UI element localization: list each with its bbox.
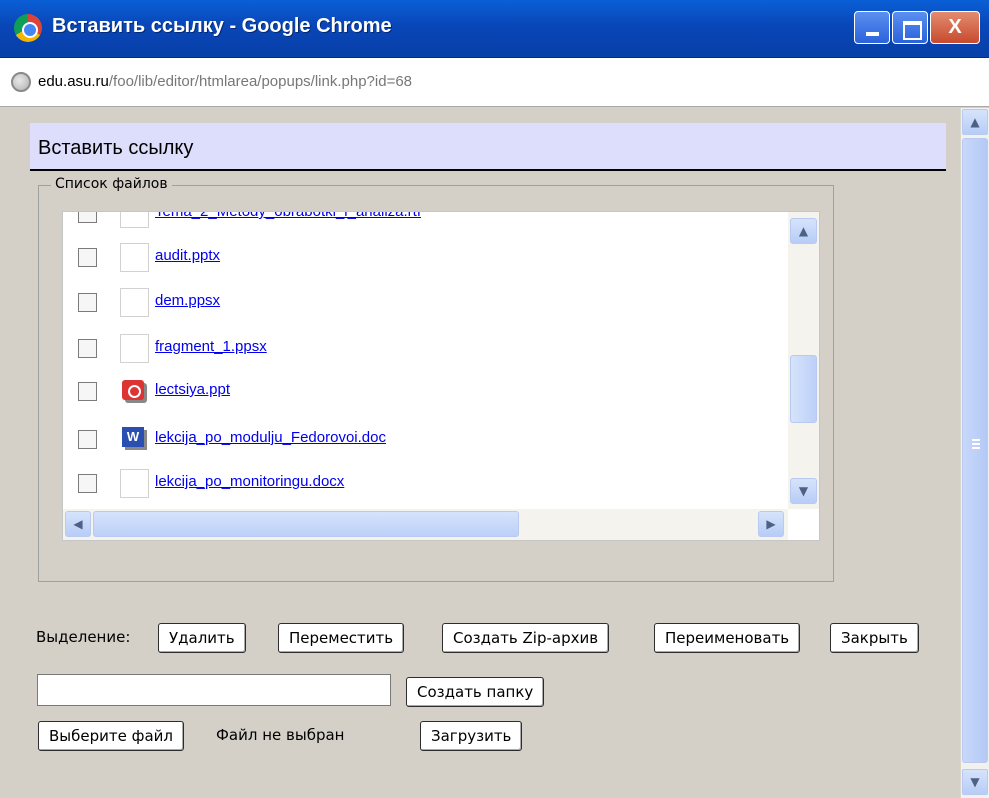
file-checkbox[interactable]: [78, 382, 97, 401]
scroll-up-arrow-icon[interactable]: ▲: [790, 218, 817, 244]
file-checkbox[interactable]: [78, 293, 97, 312]
file-checkbox[interactable]: [78, 339, 97, 358]
grip-icon: [972, 439, 980, 451]
file-row[interactable]: dem.ppsx: [63, 283, 783, 323]
file-row[interactable]: lectsiya.ppt: [63, 372, 783, 412]
file-list-scroll-thumb[interactable]: [790, 355, 817, 423]
move-button[interactable]: Переместить: [278, 623, 405, 653]
chrome-icon: [14, 14, 42, 42]
window-titlebar: Вставить ссылку - Google Chrome X: [0, 0, 989, 58]
file-link[interactable]: audit.pptx: [155, 247, 220, 264]
scroll-up-arrow-icon[interactable]: ▲: [962, 109, 988, 135]
close-button[interactable]: Закрыть: [830, 623, 919, 653]
word-file-icon: [120, 425, 149, 454]
window-title: Вставить ссылку - Google Chrome: [52, 15, 392, 37]
file-link[interactable]: lekcija_po_modulju_Fedorovoi.doc: [155, 429, 386, 446]
dialog-header: Вставить ссылку: [30, 123, 946, 171]
delete-button[interactable]: Удалить: [158, 623, 246, 653]
url-text[interactable]: edu.asu.ru/foo/lib/editor/htmlarea/popup…: [38, 73, 412, 90]
file-row[interactable]: fragment_1.ppsx: [63, 329, 783, 369]
scroll-right-arrow-icon[interactable]: ▶: [758, 511, 784, 537]
file-checkbox[interactable]: [78, 248, 97, 267]
no-file-selected-label: Файл не выбран: [216, 726, 345, 744]
folder-name-input[interactable]: [37, 674, 391, 706]
file-row[interactable]: audit.pptx: [63, 238, 783, 278]
upload-button[interactable]: Загрузить: [420, 721, 523, 751]
close-window-button[interactable]: X: [930, 11, 980, 44]
selection-label: Выделение:: [36, 628, 131, 646]
file-link[interactable]: lectsiya.ppt: [155, 381, 230, 398]
file-list-horizontal-scrollbar[interactable]: ◀ ▶: [63, 509, 788, 540]
generic-file-icon: [120, 212, 149, 228]
file-list-hscroll-thumb[interactable]: [93, 511, 519, 537]
close-icon: X: [948, 16, 962, 38]
file-checkbox[interactable]: [78, 430, 97, 449]
file-link[interactable]: Tema_2_Metody_obrabotki_i_analiza.rtf: [155, 212, 421, 220]
powerpoint-file-icon: [120, 377, 149, 406]
globe-icon: [11, 72, 31, 92]
file-row[interactable]: Tema_2_Metody_obrabotki_i_analiza.rtf: [63, 212, 783, 234]
blank-file-icon: [120, 288, 149, 317]
url-path: /foo/lib/editor/htmlarea/popups/link.php…: [108, 73, 413, 90]
file-row[interactable]: lekcija_po_monitoringu.docx: [63, 464, 783, 504]
blank-file-icon: [120, 469, 149, 498]
scroll-down-arrow-icon[interactable]: ▼: [962, 769, 988, 795]
page-vertical-scrollbar[interactable]: ▲ ▼: [960, 108, 989, 798]
file-list-vertical-scrollbar[interactable]: ▲ ▼: [788, 212, 819, 509]
blank-file-icon: [120, 243, 149, 272]
minimize-button[interactable]: [854, 11, 890, 44]
scroll-left-arrow-icon[interactable]: ◀: [65, 511, 91, 537]
page-title: Вставить ссылку: [38, 137, 194, 159]
file-checkbox[interactable]: [78, 474, 97, 493]
fieldset-legend: Список файлов: [51, 176, 172, 192]
create-folder-button[interactable]: Создать папку: [406, 677, 545, 707]
file-link[interactable]: lekcija_po_monitoringu.docx: [155, 473, 344, 490]
file-link[interactable]: dem.ppsx: [155, 292, 220, 309]
scroll-down-arrow-icon[interactable]: ▼: [790, 478, 817, 504]
blank-file-icon: [120, 334, 149, 363]
address-bar[interactable]: edu.asu.ru/foo/lib/editor/htmlarea/popup…: [0, 58, 989, 107]
maximize-button[interactable]: [892, 11, 928, 44]
rename-button[interactable]: Переименовать: [654, 623, 801, 653]
url-host: edu.asu.ru: [38, 73, 109, 90]
file-row[interactable]: lekcija_po_modulju_Fedorovoi.doc: [63, 420, 783, 460]
create-zip-button[interactable]: Создать Zip-архив: [442, 623, 610, 653]
file-link[interactable]: fragment_1.ppsx: [155, 338, 267, 355]
file-list-box[interactable]: Tema_2_Metody_obrabotki_i_analiza.rtf au…: [62, 211, 820, 541]
page-scroll-thumb[interactable]: [962, 138, 988, 763]
file-checkbox[interactable]: [78, 212, 97, 223]
choose-file-button[interactable]: Выберите файл: [38, 721, 184, 751]
